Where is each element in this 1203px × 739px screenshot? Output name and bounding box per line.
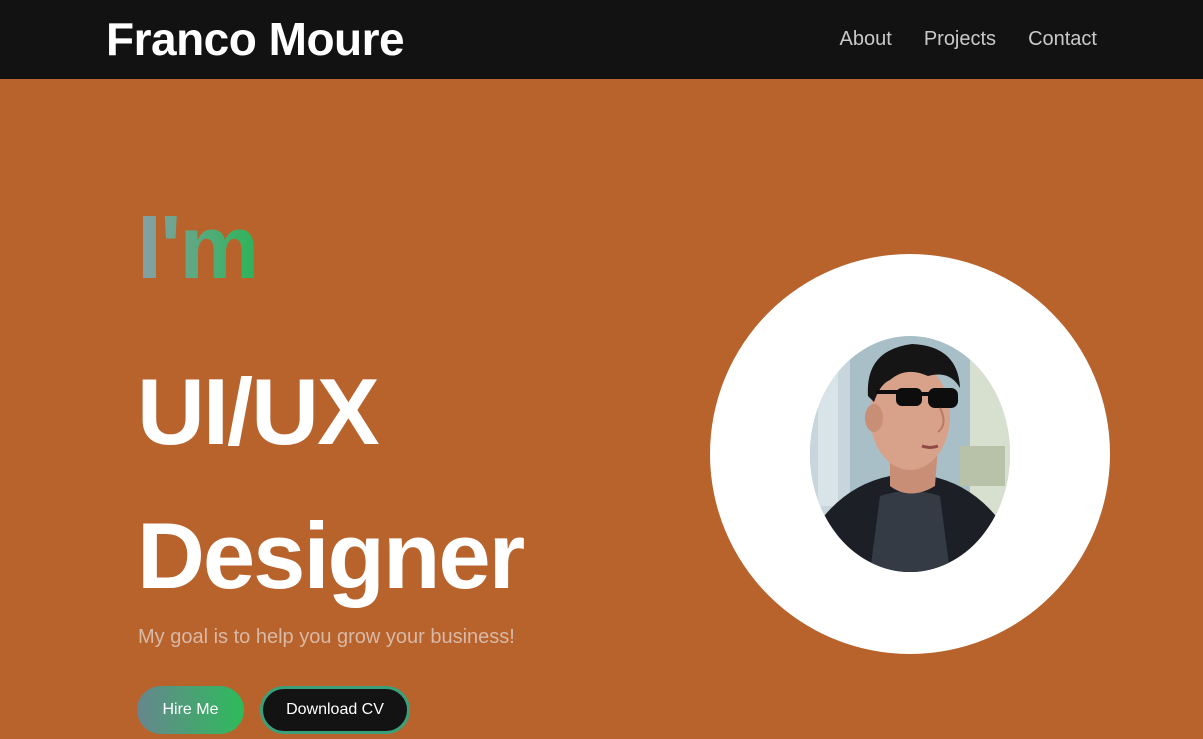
avatar: [810, 336, 1010, 572]
nav-link-projects[interactable]: Projects: [924, 25, 996, 53]
top-nav: Franco Moure About Projects Contact: [0, 0, 1203, 79]
hero-intro: I'm: [137, 198, 259, 298]
hero-role-line-1: UI/UX: [137, 359, 380, 464]
nav-links: About Projects Contact: [840, 25, 1097, 53]
hire-me-button[interactable]: Hire Me: [137, 686, 244, 734]
profile-photo-icon: [810, 336, 1010, 572]
nav-link-about[interactable]: About: [840, 25, 892, 53]
download-cv-button[interactable]: Download CV: [260, 686, 410, 734]
nav-link-contact[interactable]: Contact: [1028, 25, 1097, 53]
hero-role-line-2: Designer: [137, 503, 525, 608]
hero-role: UI/UX Designer: [137, 340, 525, 628]
brand-name[interactable]: Franco Moure: [106, 12, 405, 66]
hero-tagline: My goal is to help you grow your busines…: [138, 626, 515, 648]
